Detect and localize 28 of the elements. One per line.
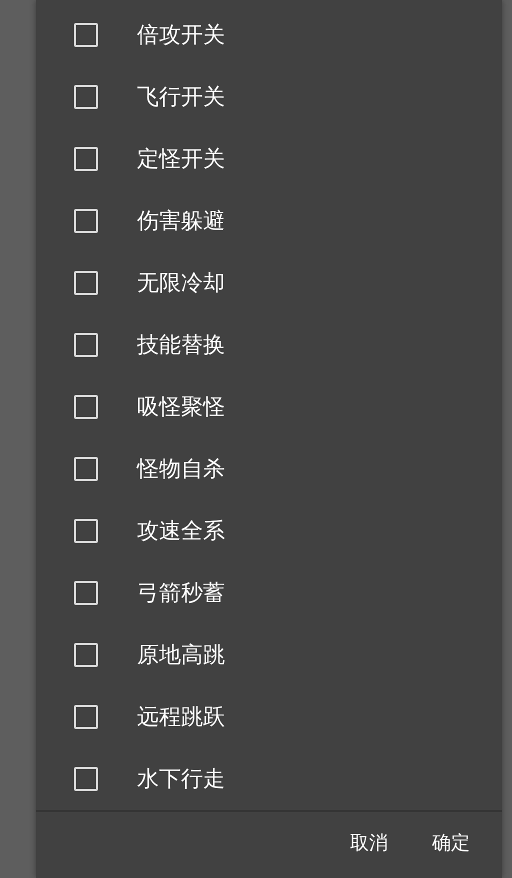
checkbox[interactable] (74, 457, 98, 481)
checkbox[interactable] (74, 209, 98, 233)
checkbox[interactable] (74, 705, 98, 729)
checkbox[interactable] (74, 581, 98, 605)
option-label[interactable]: 飞行开关 (137, 82, 225, 112)
checkbox[interactable] (74, 85, 98, 109)
option-label[interactable]: 吸怪聚怪 (137, 392, 225, 422)
checkbox[interactable] (74, 519, 98, 543)
checkbox[interactable] (74, 643, 98, 667)
checkbox[interactable] (74, 395, 98, 419)
option-label[interactable]: 怪物自杀 (137, 454, 225, 484)
option-label[interactable]: 水下行走 (137, 764, 225, 794)
option-label[interactable]: 弓箭秒蓄 (137, 578, 225, 608)
option-label[interactable]: 定怪开关 (137, 144, 225, 174)
option-label[interactable]: 攻速全系 (137, 516, 225, 546)
option-label[interactable]: 伤害躲避 (137, 206, 225, 236)
checkbox[interactable] (74, 147, 98, 171)
option-label[interactable]: 技能替换 (137, 330, 225, 360)
option-label[interactable]: 远程跳跃 (137, 702, 225, 732)
checkbox[interactable] (74, 333, 98, 357)
option-label[interactable]: 无限冷却 (137, 268, 225, 298)
dialog-button[interactable]: 确定 (420, 824, 482, 862)
checkbox[interactable] (74, 767, 98, 791)
option-label[interactable]: 原地高跳 (137, 640, 225, 670)
checkbox[interactable] (74, 23, 98, 47)
checkbox[interactable] (74, 271, 98, 295)
dialog-button[interactable]: 取消 (338, 824, 400, 862)
option-label[interactable]: 倍攻开关 (137, 20, 225, 50)
